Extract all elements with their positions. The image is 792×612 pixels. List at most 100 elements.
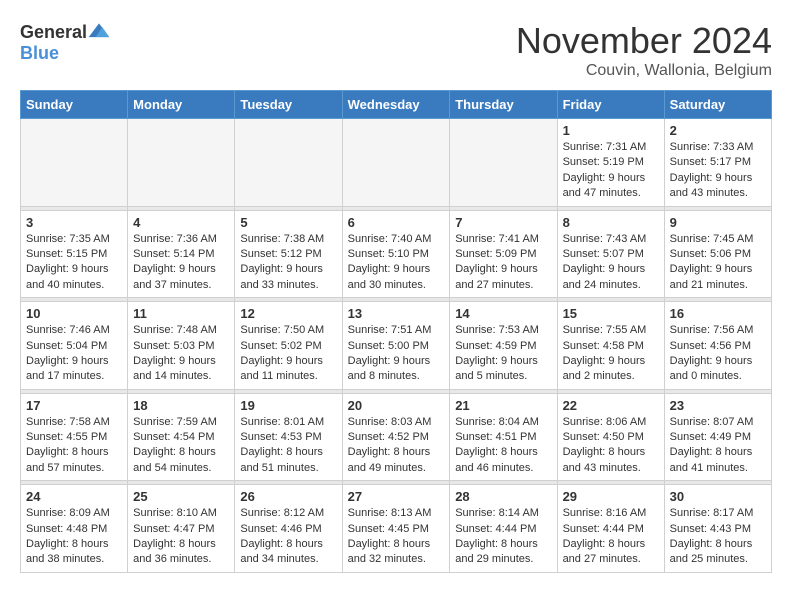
table-row bbox=[235, 119, 342, 207]
logo-icon bbox=[87, 20, 111, 44]
day-number: 22 bbox=[563, 398, 659, 413]
day-info: Sunrise: 7:58 AM Sunset: 4:55 PM Dayligh… bbox=[26, 415, 122, 477]
day-number: 25 bbox=[133, 489, 229, 504]
day-number: 3 bbox=[26, 215, 122, 230]
logo: General Blue bbox=[20, 20, 111, 62]
table-row bbox=[21, 119, 128, 207]
day-info: Sunrise: 7:53 AM Sunset: 4:59 PM Dayligh… bbox=[455, 323, 551, 385]
table-row: 11 Sunrise: 7:48 AM Sunset: 5:03 PM Dayli… bbox=[128, 302, 235, 390]
table-row: 17Sunrise: 7:58 AM Sunset: 4:55 PM Dayli… bbox=[21, 393, 128, 481]
day-info: Sunrise: 7:31 AM Sunset: 5:19 PM Dayligh… bbox=[563, 140, 659, 202]
table-row: 12 Sunrise: 7:50 AM Sunset: 5:02 PM Dayli… bbox=[235, 302, 342, 390]
day-number: 27 bbox=[348, 489, 445, 504]
day-number: 7 bbox=[455, 215, 551, 230]
location-title: Couvin, Wallonia, Belgium bbox=[516, 62, 772, 80]
day-number: 2 bbox=[670, 123, 766, 138]
day-number: 5 bbox=[240, 215, 336, 230]
day-number: 15 bbox=[563, 306, 659, 321]
header-wednesday: Wednesday bbox=[342, 91, 450, 119]
table-row bbox=[450, 119, 557, 207]
table-row bbox=[342, 119, 450, 207]
day-info: Sunrise: 7:48 AM Sunset: 5:03 PM Dayligh… bbox=[133, 323, 229, 385]
table-row: 4 Sunrise: 7:36 AM Sunset: 5:14 PM Daylig… bbox=[128, 210, 235, 298]
day-info: Sunrise: 8:16 AM Sunset: 4:44 PM Dayligh… bbox=[563, 506, 659, 568]
table-row: 28 Sunrise: 8:14 AM Sunset: 4:44 PM Dayli… bbox=[450, 485, 557, 573]
table-row: 3 Sunrise: 7:35 AM Sunset: 5:15 PM Daylig… bbox=[21, 210, 128, 298]
day-info: Sunrise: 8:10 AM Sunset: 4:47 PM Dayligh… bbox=[133, 506, 229, 568]
day-number: 13 bbox=[348, 306, 445, 321]
day-info: Sunrise: 8:07 AM Sunset: 4:49 PM Dayligh… bbox=[670, 415, 766, 477]
day-info: Sunrise: 7:38 AM Sunset: 5:12 PM Dayligh… bbox=[240, 232, 336, 294]
header-tuesday: Tuesday bbox=[235, 91, 342, 119]
day-info: Sunrise: 7:55 AM Sunset: 4:58 PM Dayligh… bbox=[563, 323, 659, 385]
day-info: Sunrise: 7:51 AM Sunset: 5:00 PM Dayligh… bbox=[348, 323, 445, 385]
day-number: 10 bbox=[26, 306, 122, 321]
day-info: Sunrise: 8:03 AM Sunset: 4:52 PM Dayligh… bbox=[348, 415, 445, 477]
day-number: 21 bbox=[455, 398, 551, 413]
calendar-week-row: 17Sunrise: 7:58 AM Sunset: 4:55 PM Dayli… bbox=[21, 393, 772, 481]
table-row: 5 Sunrise: 7:38 AM Sunset: 5:12 PM Daylig… bbox=[235, 210, 342, 298]
day-info: Sunrise: 7:36 AM Sunset: 5:14 PM Dayligh… bbox=[133, 232, 229, 294]
header-thursday: Thursday bbox=[450, 91, 557, 119]
day-info: Sunrise: 7:40 AM Sunset: 5:10 PM Dayligh… bbox=[348, 232, 445, 294]
day-info: Sunrise: 8:01 AM Sunset: 4:53 PM Dayligh… bbox=[240, 415, 336, 477]
table-row: 8 Sunrise: 7:43 AM Sunset: 5:07 PM Daylig… bbox=[557, 210, 664, 298]
calendar-header-row: SundayMondayTuesdayWednesdayThursdayFrid… bbox=[21, 91, 772, 119]
day-info: Sunrise: 7:45 AM Sunset: 5:06 PM Dayligh… bbox=[670, 232, 766, 294]
calendar: SundayMondayTuesdayWednesdayThursdayFrid… bbox=[20, 90, 772, 573]
title-area: November 2024 Couvin, Wallonia, Belgium bbox=[516, 20, 772, 80]
day-info: Sunrise: 8:04 AM Sunset: 4:51 PM Dayligh… bbox=[455, 415, 551, 477]
day-info: Sunrise: 7:33 AM Sunset: 5:17 PM Dayligh… bbox=[670, 140, 766, 202]
table-row: 29 Sunrise: 8:16 AM Sunset: 4:44 PM Dayli… bbox=[557, 485, 664, 573]
day-number: 24 bbox=[26, 489, 122, 504]
day-info: Sunrise: 8:09 AM Sunset: 4:48 PM Dayligh… bbox=[26, 506, 122, 568]
day-number: 9 bbox=[670, 215, 766, 230]
header-friday: Friday bbox=[557, 91, 664, 119]
day-number: 11 bbox=[133, 306, 229, 321]
day-number: 16 bbox=[670, 306, 766, 321]
table-row: 19 Sunrise: 8:01 AM Sunset: 4:53 PM Dayli… bbox=[235, 393, 342, 481]
day-number: 8 bbox=[563, 215, 659, 230]
day-info: Sunrise: 8:12 AM Sunset: 4:46 PM Dayligh… bbox=[240, 506, 336, 568]
calendar-week-row: 10 Sunrise: 7:46 AM Sunset: 5:04 PM Dayli… bbox=[21, 302, 772, 390]
table-row: 15 Sunrise: 7:55 AM Sunset: 4:58 PM Dayli… bbox=[557, 302, 664, 390]
table-row: 24 Sunrise: 8:09 AM Sunset: 4:48 PM Dayli… bbox=[21, 485, 128, 573]
day-number: 19 bbox=[240, 398, 336, 413]
day-info: Sunrise: 7:50 AM Sunset: 5:02 PM Dayligh… bbox=[240, 323, 336, 385]
table-row: 13 Sunrise: 7:51 AM Sunset: 5:00 PM Dayli… bbox=[342, 302, 450, 390]
table-row bbox=[128, 119, 235, 207]
day-number: 30 bbox=[670, 489, 766, 504]
day-number: 29 bbox=[563, 489, 659, 504]
table-row: 22Sunrise: 8:06 AM Sunset: 4:50 PM Dayli… bbox=[557, 393, 664, 481]
day-number: 6 bbox=[348, 215, 445, 230]
day-number: 14 bbox=[455, 306, 551, 321]
logo-general: General bbox=[20, 23, 87, 41]
header-monday: Monday bbox=[128, 91, 235, 119]
table-row: 10 Sunrise: 7:46 AM Sunset: 5:04 PM Dayli… bbox=[21, 302, 128, 390]
day-number: 18 bbox=[133, 398, 229, 413]
day-number: 12 bbox=[240, 306, 336, 321]
day-number: 4 bbox=[133, 215, 229, 230]
table-row: 21 Sunrise: 8:04 AM Sunset: 4:51 PM Dayli… bbox=[450, 393, 557, 481]
day-number: 23 bbox=[670, 398, 766, 413]
day-info: Sunrise: 8:17 AM Sunset: 4:43 PM Dayligh… bbox=[670, 506, 766, 568]
day-info: Sunrise: 7:43 AM Sunset: 5:07 PM Dayligh… bbox=[563, 232, 659, 294]
table-row: 23 Sunrise: 8:07 AM Sunset: 4:49 PM Dayli… bbox=[664, 393, 771, 481]
day-number: 1 bbox=[563, 123, 659, 138]
day-info: Sunrise: 7:41 AM Sunset: 5:09 PM Dayligh… bbox=[455, 232, 551, 294]
table-row: 2 Sunrise: 7:33 AM Sunset: 5:17 PM Daylig… bbox=[664, 119, 771, 207]
day-info: Sunrise: 8:13 AM Sunset: 4:45 PM Dayligh… bbox=[348, 506, 445, 568]
day-info: Sunrise: 7:56 AM Sunset: 4:56 PM Dayligh… bbox=[670, 323, 766, 385]
day-number: 28 bbox=[455, 489, 551, 504]
table-row: 26 Sunrise: 8:12 AM Sunset: 4:46 PM Dayli… bbox=[235, 485, 342, 573]
header-saturday: Saturday bbox=[664, 91, 771, 119]
month-title: November 2024 bbox=[516, 20, 772, 62]
day-info: Sunrise: 7:46 AM Sunset: 5:04 PM Dayligh… bbox=[26, 323, 122, 385]
day-info: Sunrise: 8:14 AM Sunset: 4:44 PM Dayligh… bbox=[455, 506, 551, 568]
calendar-week-row: 3 Sunrise: 7:35 AM Sunset: 5:15 PM Daylig… bbox=[21, 210, 772, 298]
day-number: 26 bbox=[240, 489, 336, 504]
table-row: 6 Sunrise: 7:40 AM Sunset: 5:10 PM Daylig… bbox=[342, 210, 450, 298]
day-info: Sunrise: 7:35 AM Sunset: 5:15 PM Dayligh… bbox=[26, 232, 122, 294]
table-row: 16 Sunrise: 7:56 AM Sunset: 4:56 PM Dayli… bbox=[664, 302, 771, 390]
table-row: 30 Sunrise: 8:17 AM Sunset: 4:43 PM Dayli… bbox=[664, 485, 771, 573]
